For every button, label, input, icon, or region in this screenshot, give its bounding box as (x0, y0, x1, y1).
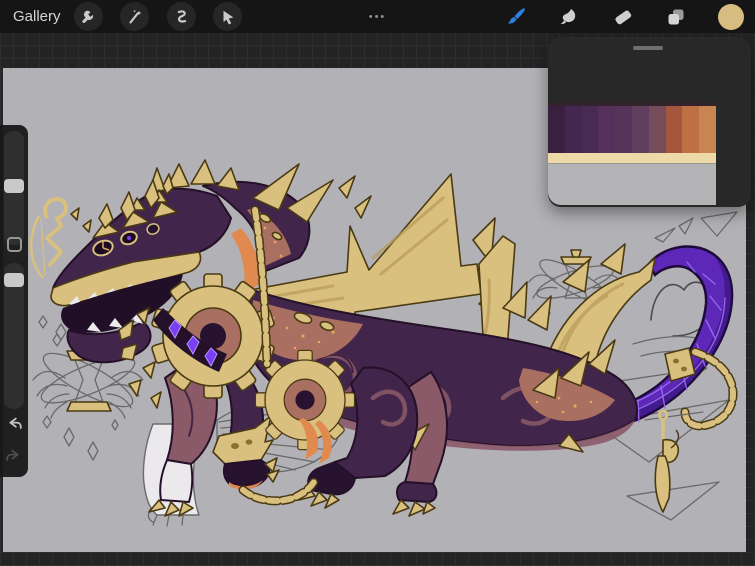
reference-image (548, 103, 716, 205)
brush-size-slider-handle[interactable] (4, 179, 24, 193)
brush-tool-button[interactable] (501, 2, 530, 31)
color-swatch-button[interactable] (716, 2, 745, 31)
redo-button[interactable] (3, 445, 25, 467)
palette-color (665, 106, 683, 153)
reference-panel (548, 37, 751, 207)
panel-drag-handle[interactable] (633, 46, 663, 50)
undo-button[interactable] (3, 413, 25, 435)
modify-button[interactable] (7, 237, 22, 252)
palette-color (699, 106, 716, 153)
procreate-app: Gallery ••• (0, 0, 755, 566)
palette-color (548, 106, 565, 153)
palette-strip (548, 106, 716, 153)
top-toolbar: Gallery ••• (0, 0, 755, 33)
layers-icon (668, 9, 683, 24)
paint-brush-icon (507, 7, 525, 24)
palette-color (648, 106, 666, 153)
smudge-icon (560, 8, 575, 24)
redo-icon (6, 449, 19, 461)
active-color-swatch (717, 3, 744, 30)
palette-color (564, 106, 582, 153)
canvas-menu-button[interactable]: ••• (0, 0, 755, 33)
palette-cream-band (548, 153, 716, 163)
smudge-tool-button[interactable] (554, 2, 583, 31)
palette-color (682, 106, 700, 153)
palette-divider (548, 163, 716, 164)
tail-ornaments (644, 347, 738, 513)
layers-button[interactable] (661, 2, 690, 31)
eraser-tool-button[interactable] (608, 2, 637, 31)
palette-color (598, 106, 616, 153)
brush-opacity-slider-handle[interactable] (4, 273, 24, 287)
palette-color (631, 106, 649, 153)
palette-color (615, 106, 632, 153)
sidebar (0, 125, 28, 477)
palette-color (581, 106, 599, 153)
eraser-icon (614, 10, 631, 24)
undo-icon (9, 417, 22, 429)
